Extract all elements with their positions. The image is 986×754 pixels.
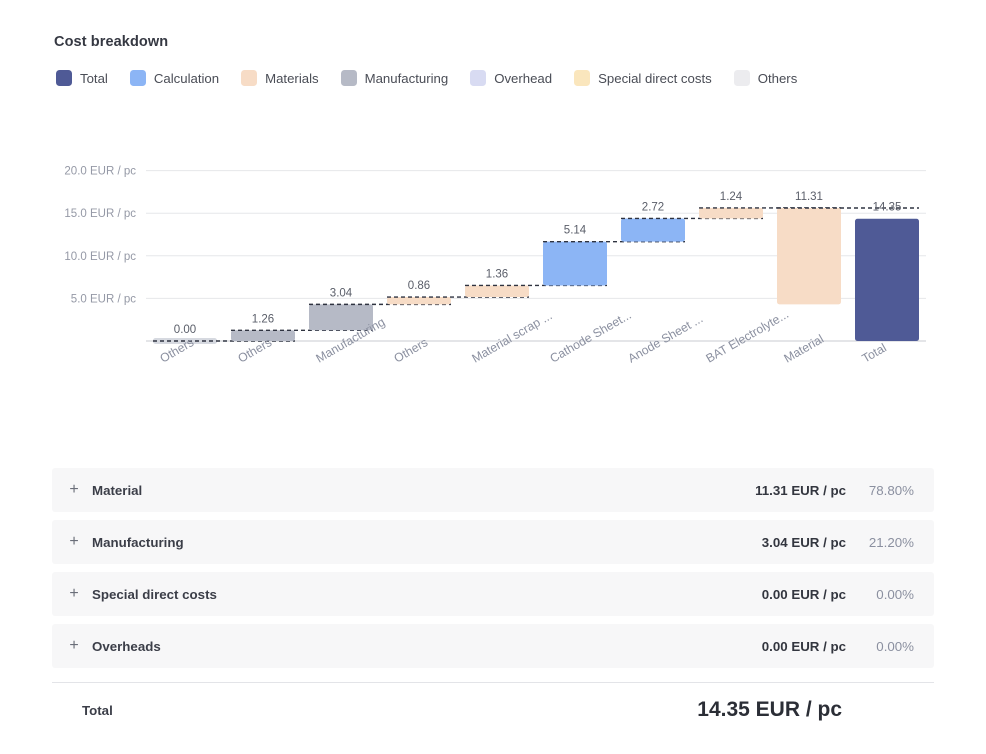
total-label: Total xyxy=(82,702,113,718)
cost-category-label: Special direct costs xyxy=(92,586,217,602)
x-axis-category-label: Anode Sheet ... xyxy=(626,311,706,365)
legend-item[interactable]: Manufacturing xyxy=(340,70,449,86)
legend-item[interactable]: Total xyxy=(56,70,108,86)
legend-item-label: Total xyxy=(80,70,108,86)
cost-category-label: Material xyxy=(92,482,143,498)
legend-swatch-icon xyxy=(470,70,487,86)
waterfall-bar[interactable] xyxy=(699,207,763,219)
cost-category-label: Overheads xyxy=(92,638,161,654)
table-row[interactable]: + Overheads 0.00 EUR / pc 0.00% xyxy=(52,624,934,668)
total-value: 14.35 EUR / pc xyxy=(697,698,842,721)
bar-value-label: 3.04 xyxy=(330,287,353,299)
waterfall-chart: 5.0 EUR / pc 10.0 EUR / pc 15.0 EUR / pc 20… xyxy=(0,120,986,440)
bar-value-label: 0.00 xyxy=(174,324,196,336)
cost-category-percent: 0.00% xyxy=(876,638,914,654)
bar-value-label: 11.31 xyxy=(795,191,823,203)
cost-category-percent: 0.00% xyxy=(876,586,914,602)
waterfall-bar[interactable] xyxy=(621,218,685,242)
bar-value-label: 0.86 xyxy=(408,280,430,292)
page-title: Cost breakdown xyxy=(54,34,169,50)
legend-item-label: Calculation xyxy=(153,70,220,86)
legend-swatch-icon xyxy=(241,70,258,86)
chart-legend: Total Calculation Materials Manufacturing Ov… xyxy=(56,70,819,86)
waterfall-chart-svg: 5.0 EUR / pc 10.0 EUR / pc 15.0 EUR / pc 20… xyxy=(64,166,926,366)
legend-swatch-icon xyxy=(733,70,750,86)
total-row: Total 14.35 EUR / pc xyxy=(52,683,934,737)
legend-item-label: Special direct costs xyxy=(598,70,712,86)
legend-swatch-icon xyxy=(56,70,72,86)
y-axis-tick-label: 5.0 EUR / pc xyxy=(71,293,136,305)
cost-category-label: Manufacturing xyxy=(92,534,184,550)
cost-category-value: 0.00 EUR / pc xyxy=(761,586,846,602)
bar-value-label: 5.14 xyxy=(564,225,587,237)
cost-breakdown-table: + Material 11.31 EUR / pc 78.80% + Manufactur… xyxy=(52,468,934,737)
bar-value-label: 1.36 xyxy=(486,268,508,280)
waterfall-bar[interactable] xyxy=(465,285,529,298)
x-axis-category-label: Material xyxy=(782,332,827,366)
legend-item[interactable]: Special direct costs xyxy=(574,70,712,86)
legend-item[interactable]: Others xyxy=(733,70,798,86)
waterfall-bar[interactable] xyxy=(855,218,919,341)
bar-value-label: 1.26 xyxy=(252,313,274,325)
legend-item-label: Others xyxy=(757,70,798,86)
x-axis-category-label: BAT Electrolyte... xyxy=(704,307,792,366)
cost-category-value: 11.31 EUR / pc xyxy=(755,482,846,498)
waterfall-bar[interactable] xyxy=(543,241,607,286)
legend-swatch-icon xyxy=(574,70,591,86)
bar-value-label: 2.72 xyxy=(642,201,664,213)
x-axis-category-label: Total xyxy=(860,341,889,366)
cost-category-percent: 78.80% xyxy=(868,482,914,498)
legend-item[interactable]: Overhead xyxy=(470,70,552,86)
legend-item-label: Materials xyxy=(265,70,319,86)
bar-value-label: 14.35 xyxy=(873,202,902,214)
x-axis-category-label: Material scrap ... xyxy=(470,308,555,365)
expand-row-icon[interactable]: + xyxy=(66,638,82,654)
waterfall-bar[interactable] xyxy=(777,208,841,305)
cost-category-value: 0.00 EUR / pc xyxy=(761,638,846,654)
legend-item-label: Manufacturing xyxy=(364,70,449,86)
x-axis-category-label: Cathode Sheet... xyxy=(548,308,634,366)
legend-swatch-icon xyxy=(340,70,357,86)
legend-item-label: Overhead xyxy=(494,70,553,86)
y-axis-tick-label: 20.0 EUR / pc xyxy=(64,166,136,178)
y-axis-tick-label: 10.0 EUR / pc xyxy=(64,251,136,263)
y-axis-tick-label: 15.0 EUR / pc xyxy=(64,208,136,220)
table-row[interactable]: + Special direct costs 0.00 EUR / pc 0.00% xyxy=(52,572,934,616)
expand-row-icon[interactable]: + xyxy=(66,586,82,602)
expand-row-icon[interactable]: + xyxy=(66,482,82,498)
legend-item[interactable]: Calculation xyxy=(129,70,220,86)
legend-item[interactable]: Materials xyxy=(241,70,319,86)
cost-category-percent: 21.20% xyxy=(868,534,914,550)
x-axis-category-label: Others xyxy=(392,335,431,365)
bar-value-label: 1.24 xyxy=(720,191,743,203)
waterfall-bar[interactable] xyxy=(387,297,451,305)
legend-swatch-icon xyxy=(129,70,146,86)
cost-breakdown-page: Cost breakdown Total Calculation Materials… xyxy=(0,0,986,754)
cost-category-value: 3.04 EUR / pc xyxy=(761,534,846,550)
expand-row-icon[interactable]: + xyxy=(66,534,82,550)
table-row[interactable]: + Manufacturing 3.04 EUR / pc 21.20% xyxy=(52,520,934,564)
table-row[interactable]: + Material 11.31 EUR / pc 78.80% xyxy=(52,468,934,512)
